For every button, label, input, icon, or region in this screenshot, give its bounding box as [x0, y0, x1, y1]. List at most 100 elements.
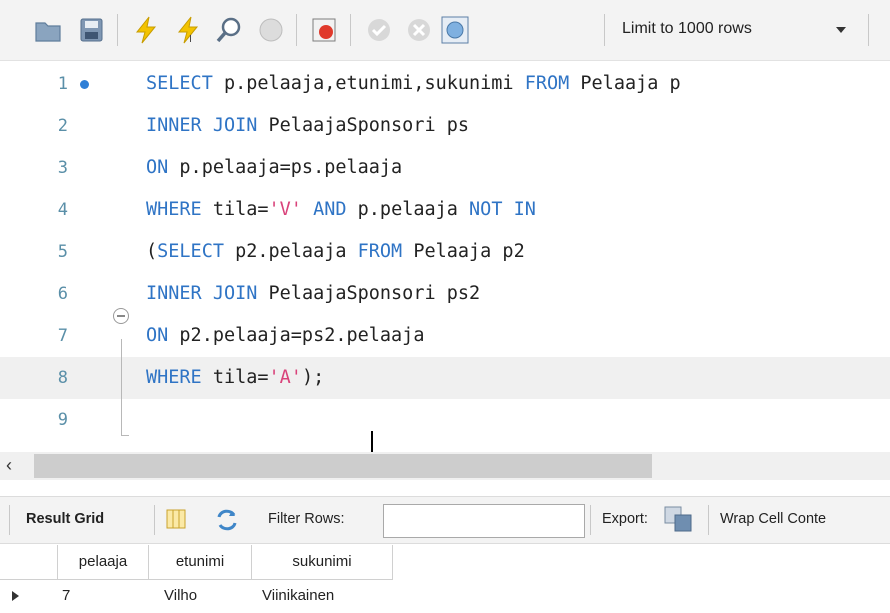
- sql-editor[interactable]: 1 SELECT p.pelaaja,etunimi,sukunimi FROM …: [0, 63, 890, 461]
- execute-icon[interactable]: [131, 15, 161, 45]
- wrap-cell-content-label[interactable]: Wrap Cell Conte: [720, 511, 826, 527]
- execute-current-icon[interactable]: I: [173, 15, 203, 45]
- sql-keyword: INNER JOIN: [146, 115, 258, 136]
- column-header-etunimi[interactable]: etunimi: [149, 545, 252, 580]
- code-line[interactable]: 5 (SELECT p2.pelaaja FROM Pelaaja p2: [0, 231, 890, 273]
- code-line[interactable]: 4 WHERE tila='V' AND p.pelaaja NOT IN: [0, 189, 890, 231]
- code-text: WHERE tila='A');: [146, 367, 324, 388]
- sql-token: tila=: [201, 199, 269, 220]
- sql-keyword: FROM: [357, 241, 403, 262]
- code-line[interactable]: 2 INNER JOIN PelaajaSponsori ps: [0, 105, 890, 147]
- line-number: 4: [57, 200, 68, 220]
- table-cell[interactable]: Viinikainen: [262, 580, 334, 612]
- svg-text:I: I: [189, 34, 192, 45]
- sql-token: Pelaaja p: [569, 73, 681, 94]
- code-text: SELECT p.pelaaja,etunimi,sukunimi FROM P…: [146, 73, 681, 94]
- toolbar-separator: [296, 14, 297, 46]
- sql-token: p.pelaaja=ps.pelaaja: [168, 157, 403, 178]
- refresh-icon[interactable]: [215, 509, 239, 531]
- limit-rows-select[interactable]: Limit to 1000 rows: [622, 20, 752, 38]
- code-text: ON p2.pelaaja=ps2.pelaaja: [146, 325, 424, 346]
- line-number: 5: [57, 242, 68, 262]
- result-grid[interactable]: pelaaja etunimi sukunimi 7 Vilho Viinika…: [0, 545, 890, 613]
- stop-icon[interactable]: [256, 15, 286, 45]
- filter-rows-label: Filter Rows:: [268, 511, 345, 527]
- toolbar-separator: [604, 14, 605, 46]
- sql-keyword: ON: [146, 325, 169, 346]
- code-line[interactable]: 9: [0, 399, 890, 441]
- chevron-down-icon[interactable]: [836, 27, 846, 33]
- result-grid-label[interactable]: Result Grid: [26, 511, 104, 527]
- line-number: 2: [57, 116, 68, 136]
- scrollbar-thumb[interactable]: [34, 454, 652, 478]
- sql-string: 'V': [268, 199, 302, 220]
- sql-token: p2.pelaaja=ps2.pelaaja: [168, 325, 425, 346]
- sql-keyword: NOT IN: [469, 199, 536, 220]
- sql-token: (: [146, 241, 158, 262]
- code-line[interactable]: 8 WHERE tila='A');: [0, 357, 890, 399]
- code-line[interactable]: 6 INNER JOIN PelaajaSponsori ps2: [0, 273, 890, 315]
- export-icon[interactable]: [664, 506, 692, 532]
- export-label: Export:: [602, 511, 648, 527]
- line-number: 1: [57, 74, 68, 94]
- toolbar-separator: [590, 505, 591, 535]
- sql-keyword: SELECT: [146, 73, 213, 94]
- sql-keyword: WHERE: [146, 199, 202, 220]
- sql-keyword: INNER JOIN: [146, 283, 258, 304]
- toolbar-separator: [708, 505, 709, 535]
- line-number: 9: [57, 410, 68, 430]
- autocommit-icon[interactable]: [440, 15, 470, 45]
- scroll-left-icon[interactable]: ‹: [6, 455, 12, 476]
- fold-guide: [121, 339, 122, 435]
- column-header-pelaaja[interactable]: pelaaja: [58, 545, 149, 580]
- line-number: 7: [57, 326, 68, 346]
- line-number: 8: [57, 368, 68, 388]
- table-cell[interactable]: Vilho: [164, 580, 197, 612]
- code-text: INNER JOIN PelaajaSponsori ps2: [146, 283, 480, 304]
- toolbar-separator: [350, 14, 351, 46]
- toolbar-separator: [154, 505, 155, 535]
- toolbar-separator: [9, 505, 10, 535]
- sql-keyword: AND: [313, 199, 347, 220]
- sql-token: p.pelaaja,etunimi,sukunimi: [212, 73, 525, 94]
- sql-token: tila=: [201, 367, 269, 388]
- table-cell[interactable]: 7: [62, 580, 70, 612]
- code-line[interactable]: 3 ON p.pelaaja=ps.pelaaja: [0, 147, 890, 189]
- fold-guide-end: [121, 435, 129, 436]
- code-text: (SELECT p2.pelaaja FROM Pelaaja p2: [146, 241, 525, 262]
- result-toolbar: Result Grid Filter Rows: Export: Wrap Ce…: [0, 496, 890, 544]
- code-text: WHERE tila='V' AND p.pelaaja NOT IN: [146, 199, 536, 220]
- toolbar-separator: [117, 14, 118, 46]
- rollback-icon[interactable]: [404, 15, 434, 45]
- line-number: 3: [57, 158, 68, 178]
- sql-token: p2.pelaaja: [223, 241, 358, 262]
- query-toolbar: I Limit to 1000 rows: [0, 0, 890, 61]
- commit-icon[interactable]: [364, 15, 394, 45]
- fold-toggle-icon[interactable]: [113, 308, 129, 324]
- row-header-cell: [0, 545, 58, 580]
- current-row-indicator-icon: [12, 591, 19, 601]
- sql-string: 'A': [268, 367, 302, 388]
- sql-keyword: FROM: [524, 73, 570, 94]
- code-line[interactable]: 1 SELECT p.pelaaja,etunimi,sukunimi FROM …: [0, 63, 890, 105]
- code-text: ON p.pelaaja=ps.pelaaja: [146, 157, 402, 178]
- grid-view-icon[interactable]: [166, 509, 186, 529]
- save-icon[interactable]: [76, 15, 106, 45]
- sql-token: Pelaaja p2: [402, 241, 525, 262]
- filter-rows-input[interactable]: [383, 504, 585, 538]
- open-folder-icon[interactable]: [33, 15, 63, 45]
- code-text: INNER JOIN PelaajaSponsori ps: [146, 115, 469, 136]
- code-line[interactable]: 7 ON p2.pelaaja=ps2.pelaaja: [0, 315, 890, 357]
- grid-header: pelaaja etunimi sukunimi: [0, 545, 393, 580]
- sql-token: p.pelaaja: [346, 199, 470, 220]
- column-header-sukunimi[interactable]: sukunimi: [252, 545, 393, 580]
- toggle-error-icon[interactable]: [309, 15, 339, 45]
- sql-keyword: ON: [146, 157, 169, 178]
- editor-horizontal-scrollbar[interactable]: ‹: [0, 452, 890, 480]
- line-number: 6: [57, 284, 68, 304]
- statement-marker-icon: [80, 80, 89, 89]
- sql-token: PelaajaSponsori ps: [257, 115, 470, 136]
- sql-keyword: SELECT: [157, 241, 224, 262]
- explain-icon[interactable]: [215, 15, 245, 45]
